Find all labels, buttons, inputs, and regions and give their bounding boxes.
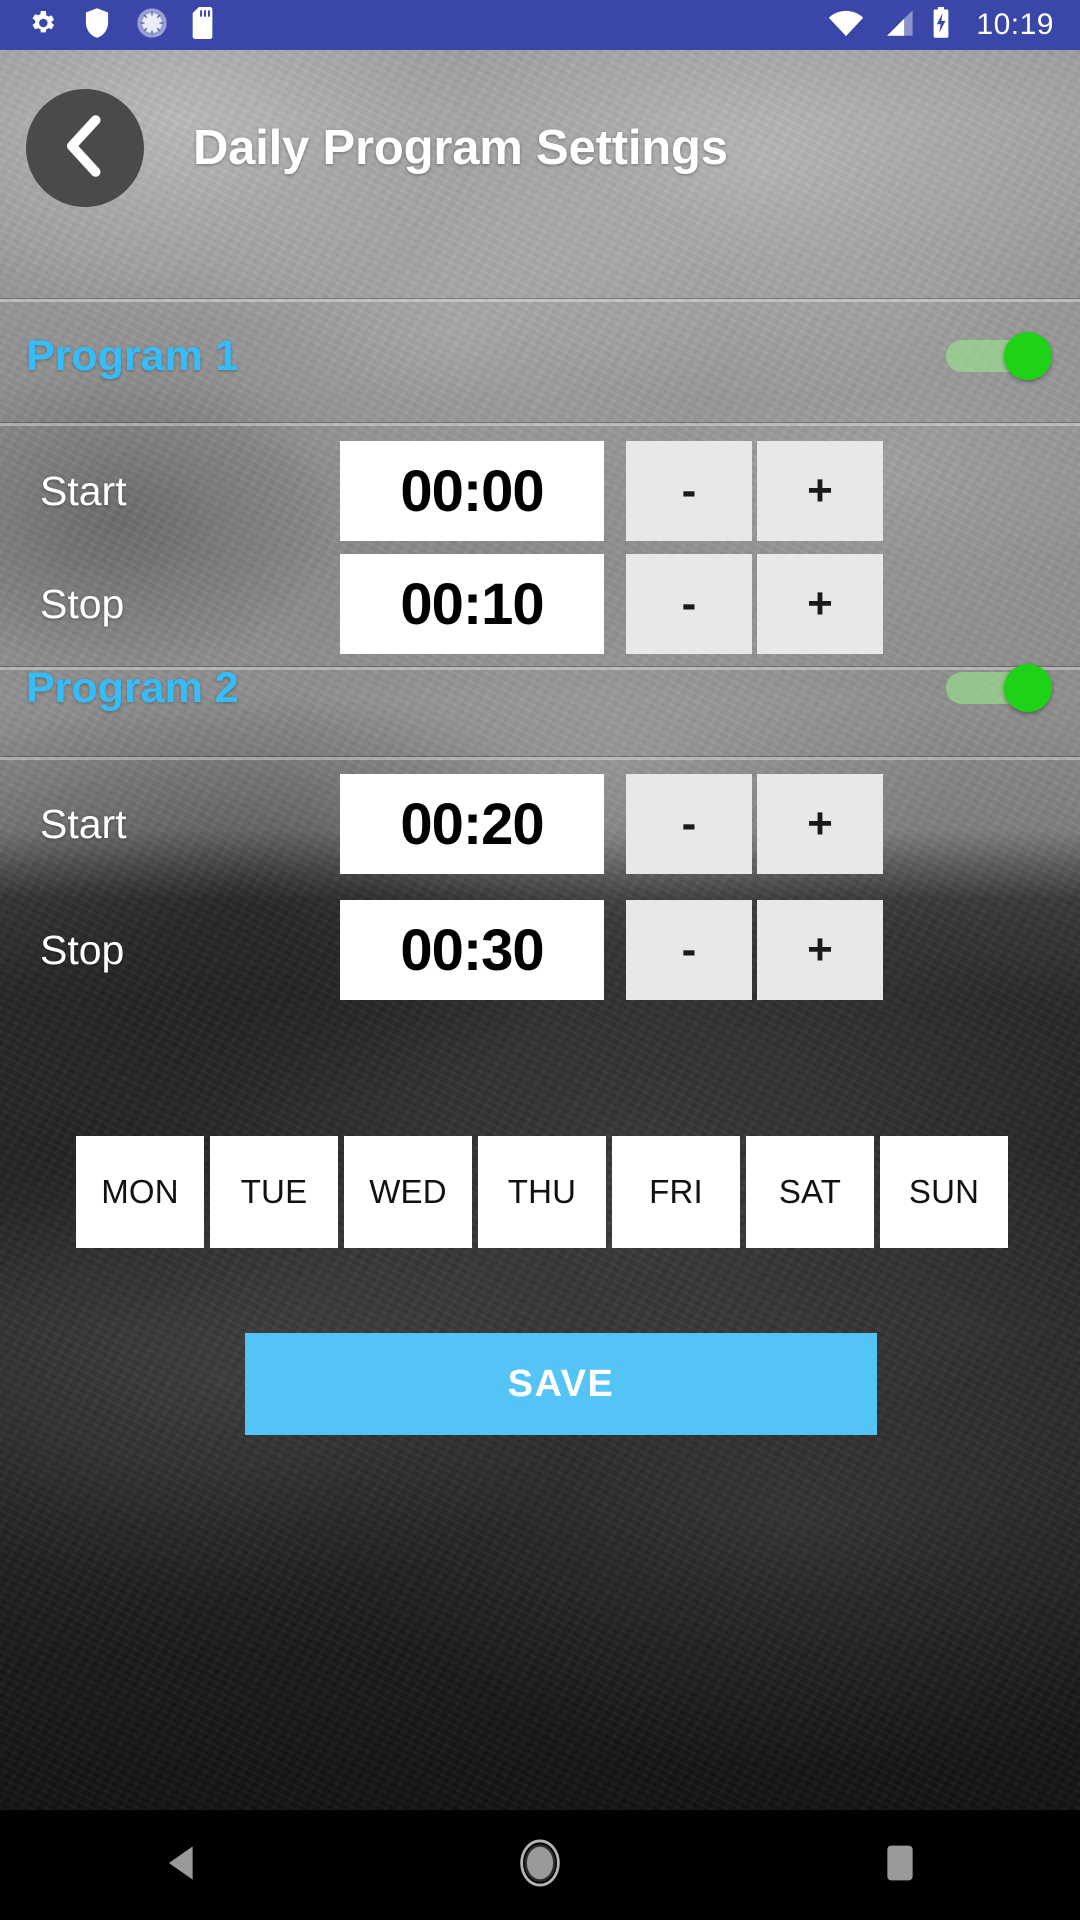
status-bar-clock: 10:19 (976, 8, 1054, 41)
program-2-header: Program 2 (0, 634, 1080, 742)
nav-recents-button[interactable] (810, 1810, 990, 1920)
program-2-toggle[interactable] (944, 664, 1052, 712)
nav-back-button[interactable] (90, 1810, 270, 1920)
program-2-start-label: Start (40, 800, 127, 847)
wifi-icon (828, 8, 864, 43)
status-bar: 10:19 (0, 0, 1080, 50)
program-2-stop-row: Stop 00:30 - + (0, 896, 1080, 1004)
program-2-start-time-value: 00:20 (400, 791, 544, 857)
battery-charging-icon (930, 6, 952, 44)
program-2-stop-plus-button[interactable]: + (757, 900, 883, 1000)
status-bar-left-icons (26, 6, 218, 44)
recents-square-icon (885, 1844, 915, 1887)
program-1-start-label: Start (40, 467, 127, 514)
gear-icon (26, 7, 58, 44)
sd-card-icon (192, 6, 218, 44)
weekday-selector: MON TUE WED THU FRI SAT SUN (76, 1136, 1008, 1248)
program-2-start-minus-button[interactable]: - (626, 774, 752, 874)
program-2-stop-time-field[interactable]: 00:30 (340, 900, 604, 1000)
program-1-start-time-value: 00:00 (400, 458, 544, 524)
program-1-toggle[interactable] (944, 332, 1052, 380)
day-button-sun[interactable]: SUN (880, 1136, 1008, 1248)
chevron-left-icon (61, 114, 109, 182)
day-button-tue[interactable]: TUE (210, 1136, 338, 1248)
toggle-thumb (1004, 664, 1052, 712)
divider-below-program-1-header (0, 423, 1080, 426)
program-1-header: Program 1 (0, 302, 1080, 410)
program-1-start-minus-button[interactable]: - (626, 441, 752, 541)
shield-icon (82, 7, 112, 44)
program-2-stop-time-value: 00:30 (400, 917, 544, 983)
program-2-stop-label: Stop (40, 926, 125, 973)
program-2-label: Program 2 (26, 663, 239, 712)
program-1-stop-label: Stop (40, 580, 125, 627)
divider-below-program-2-header (0, 757, 1080, 760)
program-2-start-time-field[interactable]: 00:20 (340, 774, 604, 874)
nav-home-button[interactable] (450, 1810, 630, 1920)
day-button-wed[interactable]: WED (344, 1136, 472, 1248)
sync-circle-icon (136, 7, 168, 44)
status-bar-right-icons: 10:19 (828, 6, 1054, 44)
day-button-thu[interactable]: THU (478, 1136, 606, 1248)
toggle-thumb (1004, 332, 1052, 380)
program-1-label: Program 1 (26, 331, 239, 380)
day-button-fri[interactable]: FRI (612, 1136, 740, 1248)
home-circle-icon (519, 1838, 561, 1893)
program-1-stop-time-value: 00:10 (400, 571, 544, 637)
program-2-start-row: Start 00:20 - + (0, 770, 1080, 878)
save-button[interactable]: SAVE (245, 1333, 877, 1435)
program-2-stop-minus-button[interactable]: - (626, 900, 752, 1000)
cellular-signal-icon (880, 8, 914, 43)
program-1-start-row: Start 00:00 - + (0, 437, 1080, 545)
program-1-start-plus-button[interactable]: + (757, 441, 883, 541)
day-button-sat[interactable]: SAT (746, 1136, 874, 1248)
day-button-mon[interactable]: MON (76, 1136, 204, 1248)
back-triangle-icon (163, 1844, 197, 1887)
android-navigation-bar (0, 1810, 1080, 1920)
page-title: Daily Program Settings (193, 121, 728, 175)
program-2-start-plus-button[interactable]: + (757, 774, 883, 874)
app-header: Daily Program Settings (0, 50, 1080, 246)
program-1-start-time-field[interactable]: 00:00 (340, 441, 604, 541)
back-button[interactable] (26, 89, 144, 207)
